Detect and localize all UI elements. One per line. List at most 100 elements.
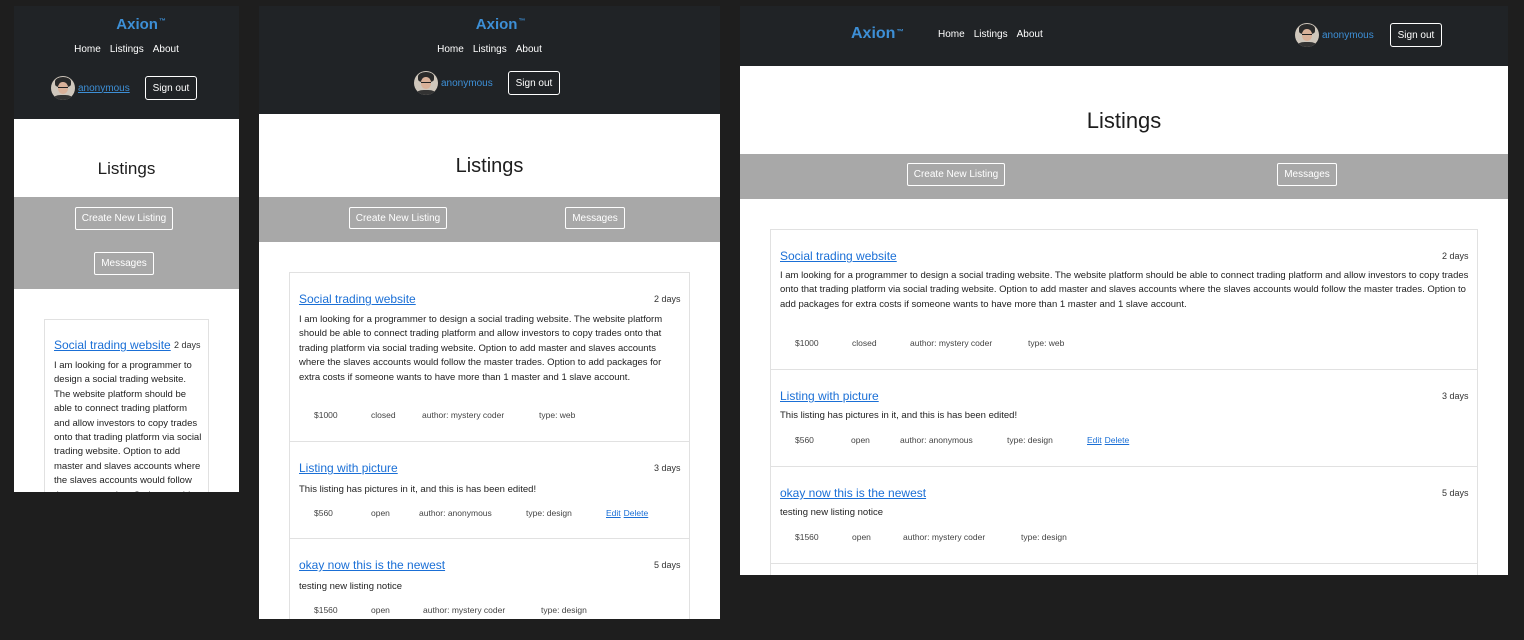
nav-links: Home Listings About (14, 44, 239, 55)
edit-link[interactable]: Edit (606, 508, 621, 518)
listing-age: 2 days (174, 340, 201, 350)
user-menu: anonymous (51, 76, 130, 100)
listing-status: open (851, 435, 870, 445)
navbar: Axion™ Home Listings About anonymous Sig… (259, 6, 720, 114)
listing-item: Listing with picture 3 days This listing… (290, 442, 689, 539)
user-menu: anonymous (414, 71, 493, 95)
listing-item: Listing with picture 3 days This listing… (771, 370, 1477, 467)
username-link[interactable]: anonymous (78, 83, 130, 94)
avatar[interactable] (414, 71, 438, 95)
listing-title-link[interactable]: okay now this is the newest (780, 486, 926, 500)
nav-home[interactable]: Home (437, 44, 464, 55)
listing-status: closed (852, 338, 877, 348)
listing-meta: $1560 open author: mystery coder type: d… (795, 532, 1067, 542)
listing-title-link[interactable]: Listing with picture (780, 389, 879, 403)
listing-price: $1000 (314, 410, 338, 420)
action-bar: Create New Listing Messages (14, 197, 239, 289)
create-listing-button[interactable]: Create New Listing (349, 207, 447, 229)
nav-listings[interactable]: Listings (473, 44, 507, 55)
listing-author: author: anonymous (900, 435, 973, 445)
listing-age: 2 days (654, 294, 681, 304)
messages-button[interactable]: Messages (1277, 163, 1337, 186)
listing-type: type: design (541, 605, 587, 615)
listing-type: type: design (526, 508, 572, 518)
listing-age: 5 days (1442, 488, 1469, 498)
listing-author: author: mystery coder (903, 532, 986, 542)
sign-out-button[interactable]: Sign out (145, 76, 197, 100)
edit-link[interactable]: Edit (1087, 435, 1102, 445)
nav-home[interactable]: Home (74, 44, 101, 55)
listing-meta: $1560 open author: mystery coder type: d… (314, 605, 587, 615)
listing-description: This listing has pictures in it, and thi… (299, 484, 537, 495)
listings-list: Social trading website 2 days I am looki… (44, 319, 209, 492)
sign-out-button[interactable]: Sign out (1390, 23, 1442, 47)
listing-item: Social trading website 2 days I am looki… (290, 273, 689, 442)
listing-price: $1560 (795, 532, 819, 542)
listing-title-link[interactable]: Social trading website (299, 292, 416, 306)
listing-meta: $560 open author: anonymous type: design… (314, 508, 648, 518)
listing-price: $1560 (314, 605, 338, 615)
username-link[interactable]: anonymous (441, 78, 493, 89)
listing-type: type: design (1007, 435, 1053, 445)
listing-type: type: web (539, 410, 576, 420)
listings-list: Social trading website 2 days I am looki… (770, 229, 1478, 575)
sign-out-button[interactable]: Sign out (508, 71, 560, 95)
tablet-view: Axion™ Home Listings About anonymous Sig… (259, 6, 720, 619)
listing-description: testing new listing notice (299, 581, 402, 592)
nav-about[interactable]: About (153, 44, 179, 55)
listing-title-link[interactable]: Social trading website (54, 338, 171, 352)
action-bar: Create New Listing Messages (740, 154, 1508, 199)
user-menu: anonymous (1295, 23, 1374, 47)
listing-author: author: mystery coder (423, 605, 506, 615)
navbar: Axion™ Home Listings About anonymous Sig… (740, 6, 1508, 66)
listing-author: author: mystery coder (910, 338, 993, 348)
listing-age: 3 days (1442, 391, 1469, 401)
listing-item: okay now this is the newest 5 days testi… (290, 539, 689, 619)
listing-price: $1000 (795, 338, 819, 348)
listing-description: I am looking for a programmer to design … (780, 270, 1469, 310)
listing-title-link[interactable]: okay now this is the newest (299, 558, 445, 572)
listing-description: This listing has pictures in it, and thi… (780, 410, 1018, 421)
create-listing-button[interactable]: Create New Listing (907, 163, 1005, 186)
nav-links: Home Listings About (259, 44, 720, 55)
nav-listings[interactable]: Listings (974, 29, 1008, 40)
listing-title-link[interactable]: Listing with picture (299, 461, 398, 475)
delete-link[interactable]: Delete (1105, 435, 1130, 445)
listing-age: 3 days (654, 463, 681, 473)
desktop-view: Axion™ Home Listings About anonymous Sig… (740, 6, 1508, 575)
brand-logo[interactable]: Axion™ (259, 16, 720, 33)
navbar: Axion™ Home Listings About anonymous Sig… (14, 6, 239, 119)
listing-status: open (852, 532, 871, 542)
nav-home[interactable]: Home (938, 29, 965, 40)
listing-description: I am looking for a programmer to design … (299, 314, 663, 383)
delete-link[interactable]: Delete (624, 508, 649, 518)
listing-status: open (371, 605, 390, 615)
action-bar: Create New Listing Messages (259, 197, 720, 242)
nav-about[interactable]: About (1017, 29, 1043, 40)
listing-age: 5 days (654, 560, 681, 570)
messages-button[interactable]: Messages (94, 252, 154, 275)
listing-meta: $1000 closed author: mystery coder type:… (314, 410, 575, 420)
mobile-view: Axion™ Home Listings About anonymous Sig… (14, 6, 239, 492)
listing-author: author: anonymous (419, 508, 492, 518)
nav-about[interactable]: About (516, 44, 542, 55)
nav-links: Home Listings About (938, 29, 1043, 40)
nav-listings[interactable]: Listings (110, 44, 144, 55)
create-listing-button[interactable]: Create New Listing (75, 207, 173, 230)
avatar[interactable] (51, 76, 75, 100)
messages-button[interactable]: Messages (565, 207, 625, 229)
listing-item: Social trading website 2 days I am looki… (771, 230, 1477, 370)
listing-description: testing new listing notice (780, 507, 883, 518)
listing-description: I am looking for a programmer to design … (54, 360, 202, 492)
listing-meta: $1000 closed author: mystery coder type:… (795, 338, 1064, 348)
avatar[interactable] (1295, 23, 1319, 47)
brand-logo[interactable]: Axion™ (851, 25, 904, 43)
brand-logo[interactable]: Axion™ (14, 16, 239, 33)
username-link[interactable]: anonymous (1322, 30, 1374, 41)
page-title: Listings (455, 155, 524, 177)
listing-title-link[interactable]: Social trading website (780, 249, 897, 263)
listing-status: open (371, 508, 390, 518)
listing-status: closed (371, 410, 396, 420)
page-title: Listings (97, 159, 156, 178)
listing-item: Social trading website 2 days I am looki… (45, 320, 208, 492)
